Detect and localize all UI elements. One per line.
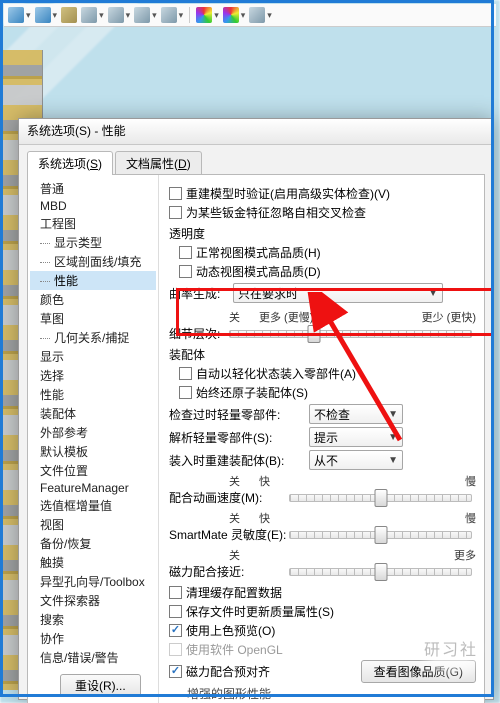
tree-item[interactable]: 显示类型 [30,233,156,252]
tree-item[interactable]: 备份/恢复 [30,534,156,553]
tree-item[interactable]: 选择 [30,366,156,385]
label-resolve-lightweight: 解析轻量零部件(S): [169,429,309,446]
tree-item[interactable]: 草图 [30,309,156,328]
label-lightweight-check: 检查过时轻量零部件: [169,406,309,423]
tree-item[interactable]: 区域剖面线/填充 [30,252,156,271]
tool-palette-2[interactable] [223,7,246,23]
tool-box-5[interactable] [249,7,272,23]
tool-palette-1[interactable] [196,7,219,23]
tree-item[interactable]: FeatureManager [30,480,156,496]
label-enhanced-graphics: 增强的图形性能 [169,685,476,702]
tree-item[interactable]: MBD [30,198,156,214]
tree-item[interactable]: 性能 [30,385,156,404]
combo-resolve-lightweight[interactable]: 提示▼ [309,427,403,447]
group-assembly: 装配体 [169,346,476,363]
chk-dynamic-hq[interactable]: 动态视图模式高品质(D) [169,263,476,280]
label-curvature-gen: 曲率生成: [169,285,233,302]
tool-box-2[interactable] [108,7,131,23]
group-transparency: 透明度 [169,225,476,242]
tree-item[interactable]: 视图 [30,515,156,534]
dialog-tabs: 系统选项(S) 文档属性(D) [19,145,493,175]
slider-smartmate[interactable]: 关 快 慢 SmartMate 灵敏度(E): [169,510,476,543]
tool-box-4[interactable] [161,7,184,23]
reset-button[interactable]: 重设(R)... [60,674,141,697]
tree-item[interactable]: 异型孔向导/Toolbox [30,572,156,591]
chk-software-opengl: 使用软件 OpenGL [169,641,476,658]
dialog-title: 系统选项(S) - 性能 [19,119,493,145]
tree-item[interactable]: 显示 [30,347,156,366]
view-image-quality-button[interactable]: 查看图像品质(G) [361,660,476,683]
tree-item[interactable]: 协作 [30,629,156,648]
tab-system-options[interactable]: 系统选项(S) [27,151,113,175]
tool-cube-1[interactable] [8,7,31,23]
tool-cube-gold[interactable] [61,7,77,23]
slider-mate-anim[interactable]: 关 快 慢 配合动画速度(M): [169,473,476,506]
main-toolbar [4,4,496,27]
tree-item[interactable]: 默认模板 [30,442,156,461]
chk-magnetic-prealign[interactable]: 磁力配合预对齐 [169,663,270,680]
tool-cube-2[interactable] [35,7,58,23]
tree-item[interactable]: 颜色 [30,290,156,309]
chk-normal-hq[interactable]: 正常视图模式高品质(H) [169,244,476,261]
chk-auto-lightweight[interactable]: 自动以轻化状态装入零部件(A) [169,365,476,382]
tree-item[interactable]: 信息/错误/警告 [30,648,156,667]
tree-item[interactable]: 选值框增量值 [30,496,156,515]
tool-box-1[interactable] [81,7,104,23]
tree-item[interactable]: 搜索 [30,610,156,629]
chk-always-subasm[interactable]: 始终还原子装配体(S) [169,384,476,401]
chk-ignore-selfintersect[interactable]: 为某些钣金特征忽略自相交叉检查 [169,204,476,221]
chk-update-mass[interactable]: 保存文件时更新质量属性(S) [169,603,476,620]
combo-curvature-gen[interactable]: 只在要求时▼ [233,283,443,303]
tree-item[interactable]: 工程图 [30,214,156,233]
slider-magnetic[interactable]: 关 更多 磁力配合接近: [169,547,476,580]
performance-panel: 重建模型时验证(启用高级实体检查)(V) 为某些钣金特征忽略自相交叉检查 透明度… [159,175,484,703]
tree-item[interactable]: 性能 [30,271,156,290]
tree-item[interactable]: 文件探索器 [30,591,156,610]
tree-item[interactable]: 文件位置 [30,461,156,480]
combo-rebuild-on-load[interactable]: 从不▼ [309,450,403,470]
tree-item[interactable]: 普通 [30,179,156,198]
tree-item[interactable]: 外部参考 [30,423,156,442]
tab-document-properties[interactable]: 文档属性(D) [115,151,202,175]
chk-rebuild-verify[interactable]: 重建模型时验证(启用高级实体检查)(V) [169,185,476,202]
combo-lightweight-check[interactable]: 不检查▼ [309,404,403,424]
tool-box-3[interactable] [134,7,157,23]
slider-detail-level[interactable]: 关 更多 (更慢) 更少 (更快) 细节层次: [169,309,476,342]
tree-item[interactable]: 几何关系/捕捉 [30,328,156,347]
tree-item[interactable]: 导入 [30,667,156,671]
chk-clear-cfg-cache[interactable]: 清理缓存配置数据 [169,584,476,601]
tree-item[interactable]: 触摸 [30,553,156,572]
chk-color-preview[interactable]: 使用上色预览(O) [169,622,476,639]
tree-item[interactable]: 装配体 [30,404,156,423]
label-rebuild-on-load: 装入时重建装配体(B): [169,452,309,469]
options-tree[interactable]: 普通MBD工程图显示类型区域剖面线/填充性能颜色草图几何关系/捕捉显示选择性能装… [28,175,159,703]
options-dialog: 系统选项(S) - 性能 系统选项(S) 文档属性(D) 普通MBD工程图显示类… [18,118,494,700]
